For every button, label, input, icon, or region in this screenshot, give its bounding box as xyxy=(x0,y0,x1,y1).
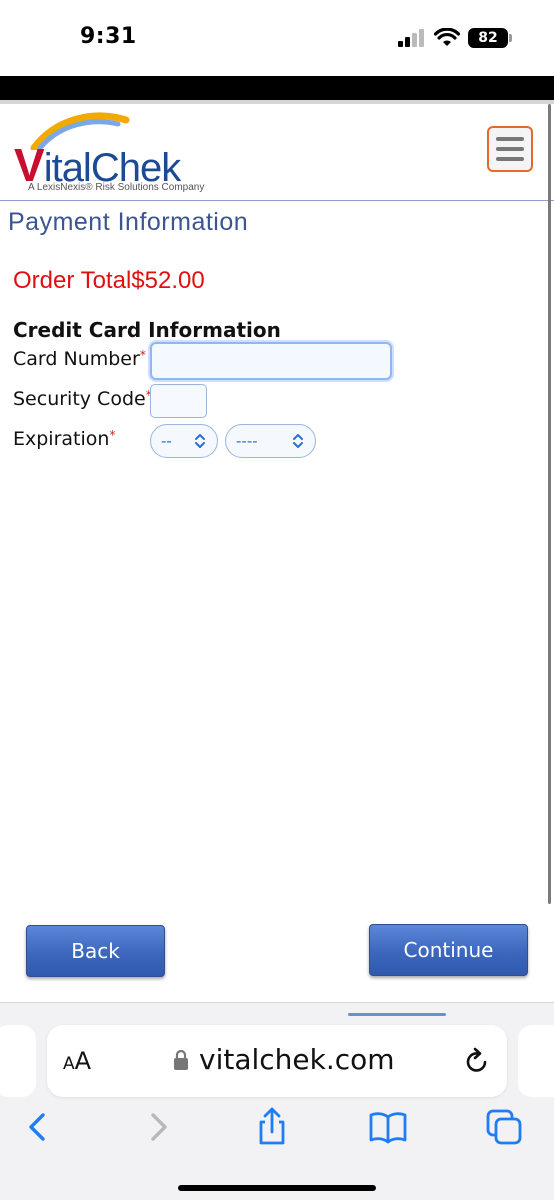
expiration-label: Expiration* xyxy=(13,428,115,450)
card-number-label-text: Card Number xyxy=(13,348,140,370)
header-divider xyxy=(0,200,554,201)
page-scrollbar[interactable] xyxy=(548,104,551,904)
address-bar[interactable]: AA vitalchek.com xyxy=(47,1025,507,1097)
logo-tagline: A LexisNexis® Risk Solutions Company xyxy=(28,182,205,193)
required-marker: * xyxy=(109,428,116,442)
page-title: Payment Information xyxy=(8,208,249,236)
battery-level: 82 xyxy=(478,30,498,46)
share-icon[interactable] xyxy=(252,1107,292,1147)
page-settings-button[interactable]: AA xyxy=(63,1047,91,1075)
vitalchek-logo[interactable]: VitalChek A LexisNexis® Risk Solutions C… xyxy=(6,110,226,196)
expiration-label-text: Expiration xyxy=(13,428,110,450)
hamburger-menu-button[interactable] xyxy=(487,126,533,172)
security-code-label-text: Security Code xyxy=(13,388,146,410)
safari-bottom-bar: AA vitalchek.com xyxy=(0,1002,554,1200)
aa-small: A xyxy=(63,1054,75,1074)
card-number-label: Card Number* xyxy=(13,348,146,370)
aa-big: A xyxy=(74,1047,92,1075)
wifi-icon xyxy=(434,28,460,46)
credit-card-section-title: Credit Card Information xyxy=(13,318,281,342)
select-chevron-icon xyxy=(293,434,303,448)
status-bar: 9:31 82 xyxy=(0,0,554,76)
status-time: 9:31 xyxy=(80,24,137,49)
web-page: VitalChek A LexisNexis® Risk Solutions C… xyxy=(0,104,554,1002)
url-text: vitalchek.com xyxy=(199,1043,395,1076)
back-icon[interactable] xyxy=(18,1107,58,1147)
bookmarks-icon[interactable] xyxy=(368,1107,408,1147)
continue-button[interactable]: Continue xyxy=(369,924,528,976)
required-marker: * xyxy=(139,348,146,362)
security-code-input[interactable] xyxy=(150,384,207,418)
battery-icon: 82 xyxy=(468,28,512,48)
expiration-year-value: ---- xyxy=(236,432,258,450)
cellular-signal-icon xyxy=(398,29,424,47)
hamburger-icon-line xyxy=(496,147,524,151)
tabs-icon[interactable] xyxy=(484,1107,524,1147)
next-tab-card[interactable] xyxy=(518,1025,554,1097)
security-code-label: Security Code* xyxy=(13,388,152,410)
lock-icon xyxy=(174,1049,188,1070)
tab-hint-bar xyxy=(348,1013,446,1016)
card-number-input[interactable] xyxy=(150,342,392,380)
order-total-value: $52.00 xyxy=(131,267,205,294)
url-display[interactable]: vitalchek.com xyxy=(173,1043,395,1076)
home-indicator xyxy=(178,1185,376,1191)
order-total: Order Total$52.00 xyxy=(13,267,205,295)
expiration-year-select[interactable]: ---- xyxy=(225,424,316,458)
hamburger-icon-line xyxy=(496,157,524,161)
back-button[interactable]: Back xyxy=(26,925,165,977)
reload-icon[interactable] xyxy=(463,1047,491,1075)
forward-icon[interactable] xyxy=(138,1107,178,1147)
status-icons: 82 xyxy=(398,26,512,50)
expiration-month-value: -- xyxy=(161,432,172,450)
select-chevron-icon xyxy=(195,434,205,448)
browser-top-band xyxy=(0,76,554,100)
previous-tab-card[interactable] xyxy=(0,1025,36,1097)
order-total-label: Order Total xyxy=(13,267,132,294)
expiration-month-select[interactable]: -- xyxy=(150,424,218,458)
hamburger-icon-line xyxy=(496,137,524,141)
